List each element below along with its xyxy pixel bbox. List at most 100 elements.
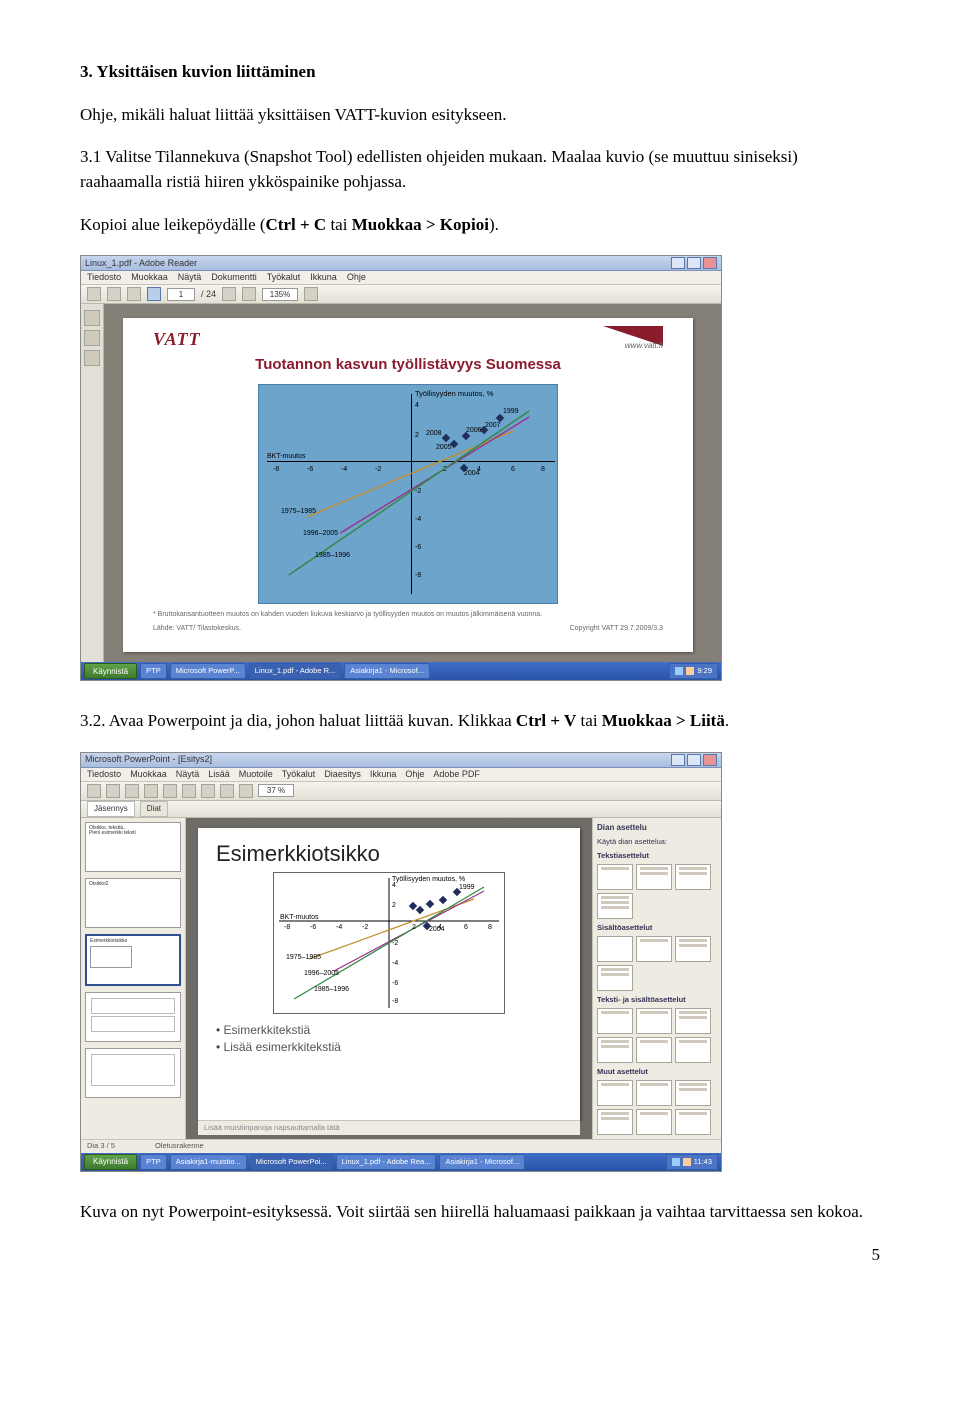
zoom-out-icon[interactable] [222,287,236,301]
attachments-icon[interactable] [84,350,100,366]
taskbar-button[interactable]: Asiakirja1 - Microsof... [344,663,430,679]
start-button[interactable]: Käynnistä [84,663,137,679]
layout-thumb[interactable] [597,965,633,991]
slide-title-placeholder[interactable]: Esimerkkiotsikko [216,838,562,870]
new-icon[interactable] [87,784,101,798]
layout-thumb[interactable] [675,1080,711,1106]
taskbar-button[interactable]: Asiakirja1-muistio... [170,1154,247,1170]
tab-outline[interactable]: Jäsennys [87,801,135,817]
menu-item[interactable]: Lisää [208,768,230,781]
menu-item[interactable]: Tiedosto [87,768,121,781]
find-icon[interactable] [304,287,318,301]
system-tray[interactable]: 9:29 [669,663,718,679]
save-icon[interactable] [107,287,121,301]
taskbar-button[interactable]: Asiakirja1 - Microsof... [439,1154,525,1170]
layout-thumb[interactable] [636,864,672,890]
undo-icon[interactable] [220,784,234,798]
menu-item[interactable]: Muokkaa [130,768,167,781]
layout-thumb[interactable] [636,1037,672,1063]
copy-post: ). [489,215,499,234]
menu-item[interactable]: Ohje [405,768,424,781]
layout-thumb[interactable] [597,893,633,919]
menu-item[interactable]: Muotoile [239,768,273,781]
page-number-input[interactable]: 1 [167,288,195,301]
copy-icon[interactable] [182,784,196,798]
slide-thumb[interactable] [85,992,181,1042]
redo-icon[interactable] [239,784,253,798]
open-icon[interactable] [106,784,120,798]
zoom-in-icon[interactable] [242,287,256,301]
slide-canvas[interactable]: Esimerkkiotsikko Työllisyyden muutos, % … [198,828,580,1120]
layout-thumb[interactable] [675,1037,711,1063]
menu-item[interactable]: Diaesitys [324,768,361,781]
menu-item[interactable]: Dokumentti [211,271,257,284]
taskbar-button[interactable]: Microsoft PowerPoi... [250,1154,333,1170]
menu-item[interactable]: Adobe PDF [433,768,480,781]
print-icon[interactable] [144,784,158,798]
layout-thumb[interactable] [636,1008,672,1034]
slide-thumb[interactable]: Otsikko, tekstiä..Pieni esimerkki teksti [85,822,181,872]
layout-thumb[interactable] [597,864,633,890]
slide-editor[interactable]: Esimerkkiotsikko Työllisyyden muutos, % … [186,818,592,1139]
close-icon[interactable] [703,257,717,269]
tick-label: -2 [362,923,368,933]
save-icon[interactable] [125,784,139,798]
cut-icon[interactable] [163,784,177,798]
maximize-icon[interactable] [687,257,701,269]
layout-thumb[interactable] [636,1109,672,1135]
start-button[interactable]: Käynnistä [84,1154,137,1170]
menu-item[interactable]: Muokkaa [131,271,168,284]
body-placeholder[interactable]: Esimerkkitekstiä Lisää esimerkkitekstiä [216,1022,562,1057]
maximize-icon[interactable] [687,754,701,766]
menu-item[interactable]: Työkalut [267,271,301,284]
taskbar-button[interactable]: Linux_1.pdf - Adobe Rea... [336,1154,437,1170]
print-icon[interactable] [87,287,101,301]
menu-item[interactable]: Ikkuna [310,271,337,284]
layout-thumb[interactable] [597,1008,633,1034]
pages-icon[interactable] [84,310,100,326]
line-label: 1996–2005 [303,529,338,539]
menu-item[interactable]: Tiedosto [87,271,121,284]
slide-thumb[interactable] [85,1048,181,1098]
zoom-input[interactable]: 37 % [258,784,294,797]
paste-icon[interactable] [201,784,215,798]
tick-label: -4 [392,959,398,969]
layout-thumb[interactable] [675,1109,711,1135]
layout-thumb[interactable] [597,1037,633,1063]
snapshot-selection[interactable]: Työllisyyden muutos, % BKT-muutos 4 2 -2… [258,384,558,604]
bookmarks-icon[interactable] [84,330,100,346]
close-icon[interactable] [703,754,717,766]
zoom-input[interactable]: 135% [262,288,298,301]
hand-icon[interactable] [127,287,141,301]
ctrl-v-shortcut: Ctrl + V [516,711,576,730]
layout-thumb[interactable] [675,1008,711,1034]
slide-thumb-selected[interactable]: Esimerkkiotsikko [85,934,181,986]
taskbar-button[interactable]: Linux_1.pdf - Adobe R... [249,663,341,679]
nav-sidebar [81,304,104,662]
task-pane-link[interactable]: Käytä dian asettelua: [597,837,717,848]
system-tray[interactable]: 11:43 [666,1154,718,1170]
menu-item[interactable]: Ohje [347,271,366,284]
tab-slides[interactable]: Diat [140,801,168,817]
document-workspace: VATT www.vatt.fi Tuotannon kasvun työlli… [81,304,721,662]
menu-item[interactable]: Ikkuna [370,768,397,781]
taskbar-button[interactable]: Microsoft PowerP... [170,663,246,679]
layout-thumb[interactable] [597,1109,633,1135]
snapshot-icon[interactable] [147,287,161,301]
taskbar-button[interactable]: PTP [140,1154,167,1170]
layout-thumb[interactable] [675,864,711,890]
layout-thumb[interactable] [597,936,633,962]
taskbar-button[interactable]: PTP [140,663,167,679]
notes-pane[interactable]: Lisää muistiinpanoja napsauttamalla tätä [198,1120,580,1135]
layout-thumb[interactable] [636,1080,672,1106]
menu-item[interactable]: Näytä [176,768,200,781]
layout-thumb[interactable] [636,936,672,962]
menu-item[interactable]: Työkalut [282,768,316,781]
minimize-icon[interactable] [671,257,685,269]
layout-thumb[interactable] [597,1080,633,1106]
pasted-chart-image[interactable]: Työllisyyden muutos, % BKT-muutos 1999 2… [273,872,505,1014]
menu-item[interactable]: Näytä [178,271,202,284]
minimize-icon[interactable] [671,754,685,766]
layout-thumb[interactable] [675,936,711,962]
slide-thumb[interactable]: Otsikko2 [85,878,181,928]
